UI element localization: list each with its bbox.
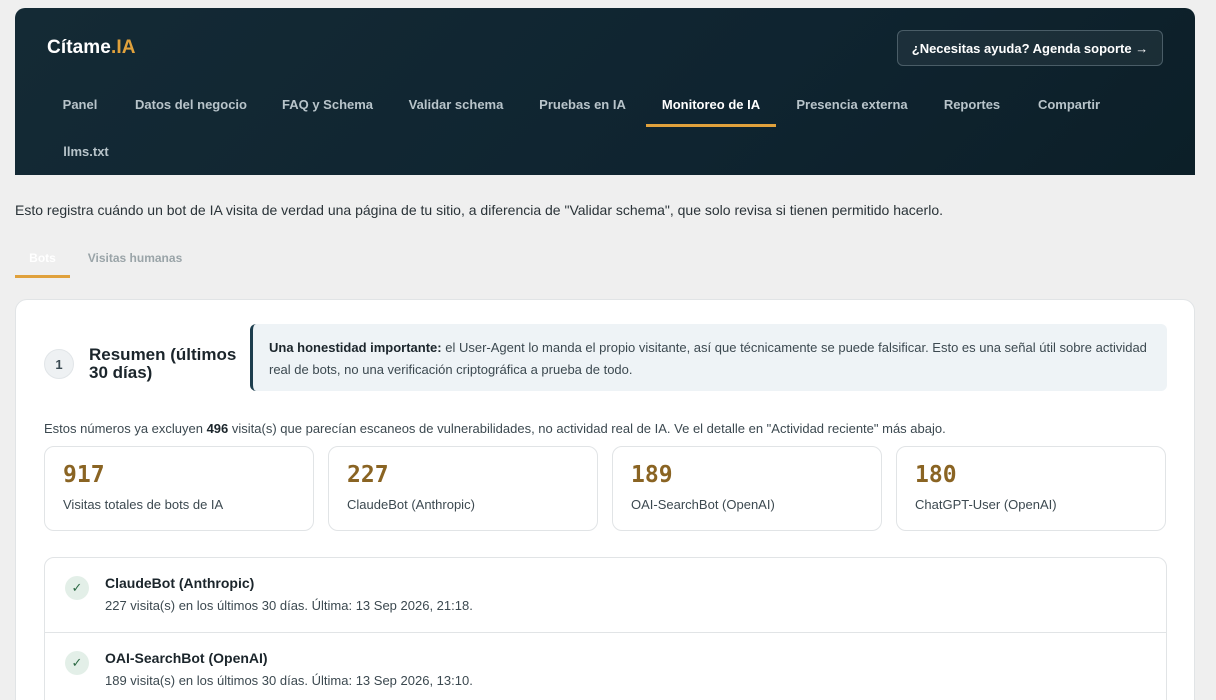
step-number: 1: [44, 349, 74, 379]
brand-logo[interactable]: Cítame.IA: [47, 37, 136, 59]
bot-list: ✓ ClaudeBot (Anthropic) 227 visita(s) en…: [44, 557, 1167, 700]
list-item: ✓ ClaudeBot (Anthropic) 227 visita(s) en…: [45, 558, 1166, 632]
list-item: ✓ OAI-SearchBot (OpenAI) 189 visita(s) e…: [45, 632, 1166, 700]
nav-item-compartir[interactable]: Compartir: [1020, 81, 1118, 127]
stat-card-claudebot: 227 ClaudeBot (Anthropic): [328, 446, 598, 531]
nav-item-validar-schema[interactable]: Validar schema: [393, 81, 519, 127]
stat-value: 180: [915, 462, 957, 488]
notice-bold: Una honestidad importante:: [269, 340, 442, 355]
exclusion-note: Estos números ya excluyen 496 visita(s) …: [44, 421, 946, 436]
note-count: 496: [206, 421, 229, 436]
tab-visitas-humanas[interactable]: Visitas humanas: [80, 244, 190, 278]
nav-item-monitoreo-ia[interactable]: Monitoreo de IA: [646, 81, 776, 127]
stat-label: OAI-SearchBot (OpenAI): [631, 497, 775, 512]
bot-name: OAI-SearchBot (OpenAI): [105, 650, 268, 666]
app-header: Cítame.IA ¿Necesitas ayuda? Agenda sopor…: [15, 8, 1195, 175]
check-icon: ✓: [65, 651, 89, 675]
nav-item-panel[interactable]: Panel: [47, 81, 113, 127]
stat-value: 189: [631, 462, 673, 488]
nav-item-pruebas-ia[interactable]: Pruebas en IA: [524, 81, 641, 127]
section-title: Resumen (últimos 30 días): [89, 345, 237, 382]
bot-detail: 227 visita(s) en los últimos 30 días. Úl…: [105, 598, 473, 613]
nav-item-reportes[interactable]: Reportes: [927, 81, 1017, 127]
support-button[interactable]: ¿Necesitas ayuda? Agenda soporte →: [897, 30, 1163, 66]
stat-card-oai-searchbot: 189 OAI-SearchBot (OpenAI): [612, 446, 882, 531]
brand-name: Cítame: [47, 37, 111, 58]
nav-item-llms-txt[interactable]: llms.txt: [47, 128, 125, 174]
stat-value: 917: [63, 462, 105, 488]
page-intro: Esto registra cuándo un bot de IA visita…: [15, 202, 944, 218]
summary-card: 1 Resumen (últimos 30 días) Una honestid…: [15, 299, 1195, 700]
nav-item-presencia-externa[interactable]: Presencia externa: [780, 81, 924, 127]
brand-accent: .IA: [110, 37, 136, 58]
stat-card-total: 917 Visitas totales de bots de IA: [44, 446, 314, 531]
note-pre: Estos números ya excluyen: [44, 421, 207, 436]
check-icon: ✓: [65, 576, 89, 600]
stat-label: Visitas totales de bots de IA: [63, 497, 224, 512]
stat-label: ClaudeBot (Anthropic): [347, 497, 475, 512]
stat-card-chatgpt-user: 180 ChatGPT-User (OpenAI): [896, 446, 1166, 531]
nav-item-datos-negocio[interactable]: Datos del negocio: [118, 81, 264, 127]
bot-detail: 189 visita(s) en los últimos 30 días. Úl…: [105, 673, 473, 688]
nav-item-faq-schema[interactable]: FAQ y Schema: [267, 81, 388, 127]
stat-label: ChatGPT-User (OpenAI): [915, 497, 1057, 512]
note-post: visita(s) que parecían escaneos de vulne…: [228, 421, 946, 436]
honesty-notice: Una honestidad importante: el User-Agent…: [250, 324, 1167, 391]
bot-name: ClaudeBot (Anthropic): [105, 575, 255, 591]
tab-bots[interactable]: Bots: [15, 244, 70, 278]
stat-value: 227: [347, 462, 389, 488]
